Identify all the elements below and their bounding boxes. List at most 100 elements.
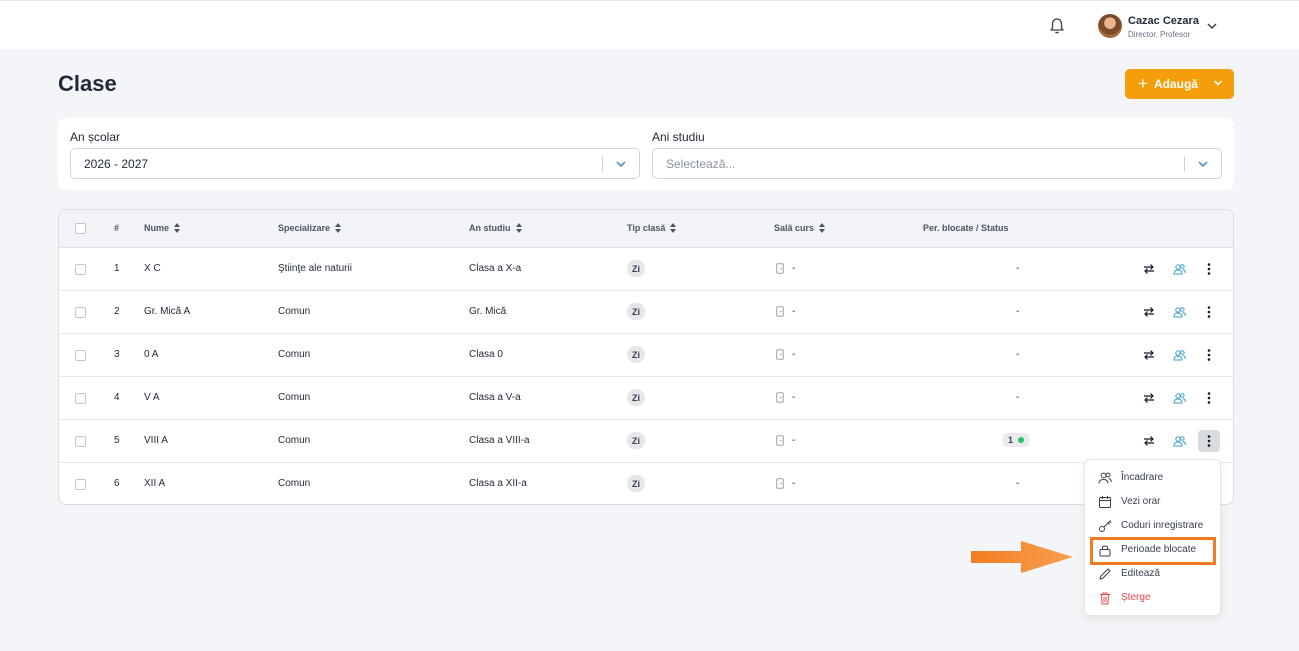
students-icon[interactable] xyxy=(1168,344,1190,366)
column-header-name[interactable]: Nume xyxy=(144,223,181,233)
select-divider xyxy=(1184,156,1185,172)
row-name: XII A xyxy=(144,478,166,489)
chevron-down-icon xyxy=(1213,80,1223,86)
class-type-badge: Zi xyxy=(627,346,645,363)
menu-item-staffing[interactable]: Încadrare xyxy=(1085,466,1220,490)
sort-icon[interactable] xyxy=(174,223,181,233)
more-options-icon[interactable] xyxy=(1198,301,1220,323)
sort-icon[interactable] xyxy=(335,223,342,233)
column-header-room[interactable]: Sală curs xyxy=(774,223,826,233)
column-header-study-year[interactable]: An studiu xyxy=(469,223,523,233)
class-type-badge: Zi xyxy=(627,475,645,492)
row-number: 2 xyxy=(114,306,120,317)
row-status: - xyxy=(1016,392,1020,403)
row-study-year: Gr. Mică xyxy=(469,306,507,317)
menu-item-delete[interactable]: Șterge xyxy=(1085,586,1220,610)
user-role: Director, Profesor xyxy=(1128,30,1191,39)
row-checkbox[interactable] xyxy=(75,264,86,275)
user-name[interactable]: Cazac Cezara xyxy=(1128,15,1199,27)
study-years-select[interactable]: Selectează... xyxy=(652,148,1222,179)
study-years-placeholder: Selectează... xyxy=(666,156,736,171)
menu-item-label: Încadrare xyxy=(1121,472,1164,483)
row-checkbox[interactable] xyxy=(75,479,86,490)
students-icon[interactable] xyxy=(1168,430,1190,452)
row-room: - xyxy=(792,263,796,274)
row-specialization: Comun xyxy=(278,478,311,489)
row-status: - xyxy=(1016,349,1020,360)
row-study-year: Clasa a VIII-a xyxy=(469,435,530,446)
row-room: - xyxy=(792,435,796,446)
school-year-label: An școlar xyxy=(70,130,121,144)
door-icon xyxy=(776,478,784,489)
row-study-year: Clasa a X-a xyxy=(469,263,522,274)
row-name: X C xyxy=(144,263,161,274)
row-checkbox[interactable] xyxy=(75,436,86,447)
table-row: 5 VIII A Comun Clasa a VIII-a Zi - 1 xyxy=(59,420,1233,463)
class-type-badge: Zi xyxy=(627,303,645,320)
row-checkbox[interactable] xyxy=(75,393,86,404)
more-options-icon[interactable] xyxy=(1198,430,1220,452)
menu-item-registration-codes[interactable]: Coduri inregistrare xyxy=(1085,514,1220,538)
sort-icon[interactable] xyxy=(819,223,826,233)
transfer-icon[interactable] xyxy=(1138,430,1160,452)
row-study-year: Clasa a V-a xyxy=(469,392,521,403)
annotation-arrow-icon xyxy=(971,541,1073,573)
row-study-year: Clasa 0 xyxy=(469,349,503,360)
row-name: VIII A xyxy=(144,435,168,446)
column-header-status: Per. blocate / Status xyxy=(923,223,1009,233)
column-header-class-type[interactable]: Tip clasă xyxy=(627,223,677,233)
more-options-icon[interactable] xyxy=(1198,344,1220,366)
transfer-icon[interactable] xyxy=(1138,301,1160,323)
door-icon xyxy=(776,349,784,360)
sort-icon[interactable] xyxy=(670,223,677,233)
row-checkbox[interactable] xyxy=(75,350,86,361)
status-dot xyxy=(1018,437,1025,443)
table-row: 4 V A Comun Clasa a V-a Zi - - xyxy=(59,377,1233,420)
school-year-value: 2026 - 2027 xyxy=(84,156,149,171)
class-type-badge: Zi xyxy=(627,432,645,449)
menu-item-label: Șterge xyxy=(1121,592,1151,603)
row-number: 3 xyxy=(114,349,120,360)
trash-icon xyxy=(1100,592,1110,605)
pencil-icon xyxy=(1099,568,1111,580)
row-checkbox[interactable] xyxy=(75,307,86,318)
add-button-label: Adaugă xyxy=(1153,77,1198,91)
transfer-icon[interactable] xyxy=(1138,258,1160,280)
door-icon xyxy=(776,392,784,403)
blocked-periods-badge[interactable]: 1 xyxy=(1003,433,1030,447)
blocked-periods-count: 1 xyxy=(1008,435,1014,445)
more-options-icon[interactable] xyxy=(1198,258,1220,280)
menu-item-label: Vezi orar xyxy=(1121,496,1161,507)
top-bar: Cazac Cezara Director, Profesor xyxy=(0,0,1299,49)
school-year-select[interactable]: 2026 - 2027 xyxy=(70,148,640,179)
class-type-badge: Zi xyxy=(627,389,645,406)
menu-item-label: Coduri inregistrare xyxy=(1121,520,1204,531)
calendar-icon xyxy=(1099,496,1111,508)
column-header-specialization[interactable]: Specializare xyxy=(278,223,342,233)
table-header: # Nume Specializare An studiu Tip clasă … xyxy=(59,210,1233,248)
students-icon[interactable] xyxy=(1168,387,1190,409)
chevron-down-icon[interactable] xyxy=(1206,21,1218,31)
select-all-checkbox[interactable] xyxy=(75,223,86,234)
chevron-down-icon[interactable] xyxy=(615,159,627,169)
menu-item-view-schedule[interactable]: Vezi orar xyxy=(1085,490,1220,514)
transfer-icon[interactable] xyxy=(1138,387,1160,409)
students-icon[interactable] xyxy=(1168,301,1190,323)
chevron-down-icon[interactable] xyxy=(1197,159,1209,169)
study-years-label: Ani studiu xyxy=(652,130,705,144)
add-button[interactable]: + Adaugă xyxy=(1125,69,1234,99)
more-options-icon[interactable] xyxy=(1198,387,1220,409)
door-icon xyxy=(776,263,784,274)
avatar[interactable] xyxy=(1098,14,1122,38)
bell-icon[interactable] xyxy=(1049,17,1065,35)
sort-icon[interactable] xyxy=(515,223,523,233)
menu-item-edit[interactable]: Editează xyxy=(1085,562,1220,586)
transfer-icon[interactable] xyxy=(1138,344,1160,366)
class-type-badge: Zi xyxy=(627,260,645,277)
row-status: - xyxy=(1016,263,1020,274)
table-row: 2 Gr. Mică A Comun Gr. Mică Zi - - xyxy=(59,291,1233,334)
page-title: Clase xyxy=(58,71,117,96)
users-icon xyxy=(1098,472,1112,484)
students-icon[interactable] xyxy=(1168,258,1190,280)
plus-icon: + xyxy=(1138,73,1148,93)
